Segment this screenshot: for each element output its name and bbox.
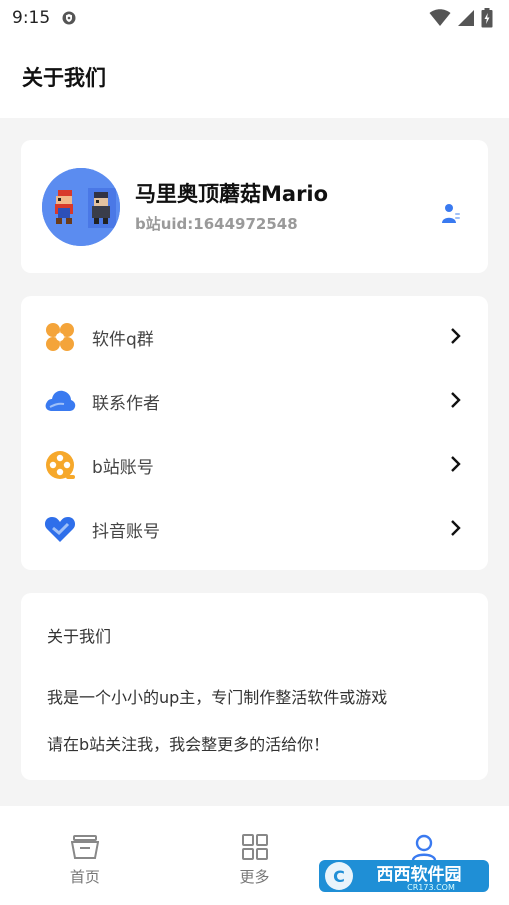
chevron-right-icon [451,520,461,536]
svg-text:C: C [333,867,345,886]
status-time: 9:15 [12,8,51,28]
menu-item-label: 联系作者 [92,393,160,414]
svg-text:CR173.COM: CR173.COM [407,883,455,892]
about-text-line: 我是一个小小的up主，专门制作整活软件或游戏 [47,688,388,707]
heart-chat-icon [44,513,76,545]
about-heading: 关于我们 [47,627,112,646]
profile-name: 马里奥顶蘑菇Mario [135,182,329,206]
tab-home[interactable]: 首页 [0,806,170,905]
menu-item-label: 抖音账号 [92,521,160,542]
wifi-icon [429,9,451,26]
profile-uid: b站uid:1644972548 [135,215,298,233]
watermark-logo: C 西西软件园 CR173.COM [319,856,489,896]
about-card: 关于我们 我是一个小小的up主，专门制作整活软件或游戏 请在b站关注我，我会整更… [21,593,488,780]
grid-icon [241,834,268,860]
user-settings-icon[interactable] [442,203,460,225]
chevron-right-icon [451,456,461,472]
shield-icon [62,11,76,25]
menu-item-label: b站账号 [92,457,154,478]
mario-sprite-icon [42,168,120,246]
menu-item-contact-author[interactable]: 联系作者 [21,369,488,433]
about-text-line: 请在b站关注我，我会整更多的活给你！ [47,735,330,754]
status-bar: 9:15 [0,0,509,36]
menu-card: 软件q群 联系作者 b站账号 抖音账号 [21,296,488,570]
svg-text:西西软件园: 西西软件园 [377,864,462,885]
tab-home-label: 首页 [69,868,100,886]
apps-icon [44,321,76,353]
profile-card: 马里奥顶蘑菇Mario b站uid:1644972548 [21,140,488,273]
cloud-icon [44,385,76,417]
avatar [42,168,120,246]
film-reel-icon [44,449,76,481]
battery-icon [481,8,493,28]
home-icon [70,835,99,859]
tab-more-label: 更多 [239,868,270,886]
page-title: 关于我们 [22,66,106,90]
menu-item-label: 软件q群 [92,329,154,350]
chevron-right-icon [451,392,461,408]
chevron-right-icon [451,328,461,344]
tab-more[interactable]: 更多 [170,806,340,905]
menu-item-qq-group[interactable]: 软件q群 [21,305,488,369]
app-bar: 关于我们 [0,36,509,118]
signal-icon [458,10,474,26]
menu-item-douyin-account[interactable]: 抖音账号 [21,497,488,561]
menu-item-bilibili-account[interactable]: b站账号 [21,433,488,497]
